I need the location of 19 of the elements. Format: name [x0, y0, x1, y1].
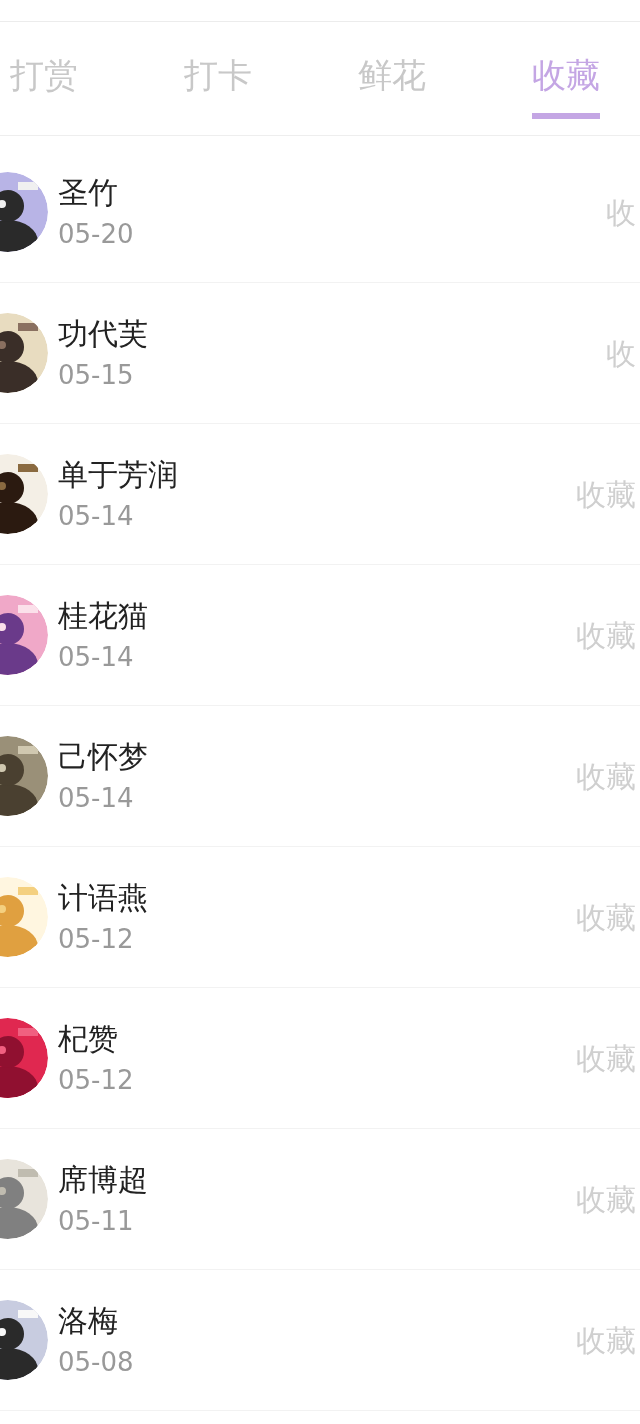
date: 05-08	[58, 1346, 134, 1378]
user-name: 桂花猫	[58, 597, 148, 635]
user-name: 杞赞	[58, 1020, 119, 1058]
user-name: 圣竹	[58, 174, 119, 212]
tab[interactable]: 收藏	[532, 55, 600, 135]
date: 05-12	[58, 1064, 134, 1096]
user-name: 洛梅	[58, 1302, 119, 1340]
date: 05-14	[58, 641, 135, 673]
date: 05-14	[58, 500, 135, 532]
user-name: 己怀梦	[58, 738, 148, 776]
date: 05-11	[58, 1205, 135, 1237]
user-name: 计语燕	[58, 879, 148, 917]
user-name: 单于芳润	[58, 456, 178, 494]
date: 05-14	[58, 782, 135, 814]
date: 05-15	[58, 359, 135, 391]
date: 05-20	[58, 218, 134, 250]
user-name: 功代芙	[58, 315, 148, 353]
user-name: 席博超	[58, 1161, 148, 1199]
date: 05-12	[58, 923, 135, 955]
